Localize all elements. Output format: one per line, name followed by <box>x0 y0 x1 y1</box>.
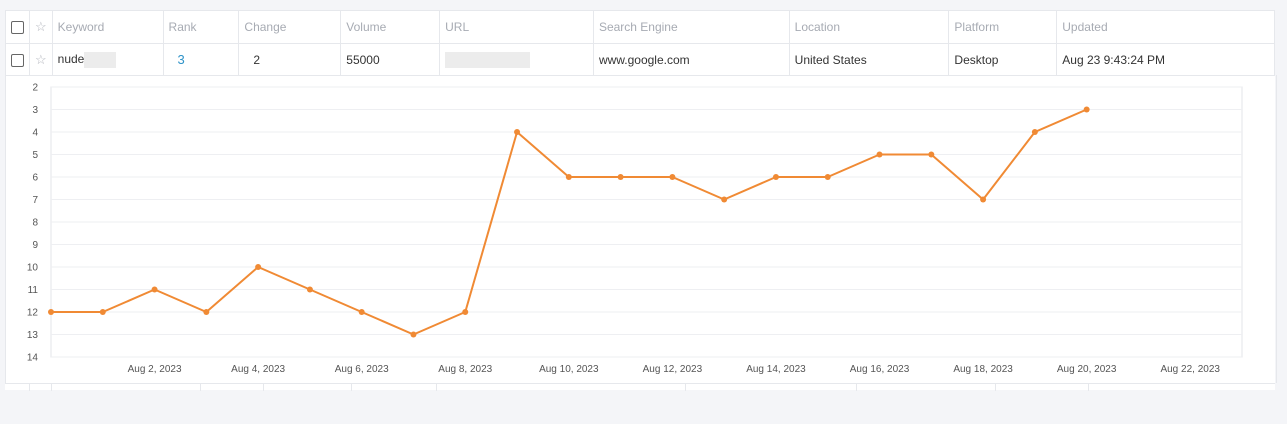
header-search-engine[interactable]: Search Engine <box>592 10 790 44</box>
data-point <box>772 174 779 180</box>
row-select-cell <box>5 43 30 76</box>
y-tick-label: 12 <box>27 308 39 319</box>
x-tick-label: Aug 2, 2023 <box>128 364 182 375</box>
cell-platform: Desktop <box>948 43 1058 76</box>
row-checkbox[interactable] <box>11 53 24 67</box>
table-footer-strip <box>5 383 1275 391</box>
footer-divider <box>263 384 264 391</box>
y-tick-label: 2 <box>32 83 38 94</box>
keyword-table: ☆ Keyword Rank Change Volume URL Search … <box>5 10 1275 76</box>
header-volume[interactable]: Volume <box>340 10 441 44</box>
data-point <box>255 264 262 270</box>
footer-divider <box>51 384 52 391</box>
data-point <box>876 151 883 158</box>
data-point <box>514 129 521 135</box>
keyword-text: nude <box>57 51 85 66</box>
rank-chart-svg: 2 3 4 5 6 7 8 9 10 11 12 13 14 Aug 2, 2023 Aug 4, 2023… <box>27 83 1243 375</box>
footer-divider <box>995 384 996 391</box>
data-point <box>824 174 831 180</box>
footer-divider <box>685 384 686 391</box>
footer-divider <box>351 384 352 391</box>
y-tick-label: 9 <box>32 240 38 251</box>
rank-value[interactable]: 3 <box>178 52 185 67</box>
x-tick-label: Aug 12, 2023 <box>643 364 703 375</box>
data-point <box>99 309 106 315</box>
header-platform[interactable]: Platform <box>948 10 1058 44</box>
footer-divider <box>29 384 30 391</box>
x-tick-label: Aug 18, 2023 <box>953 364 1013 375</box>
header-rank[interactable]: Rank <box>162 10 240 44</box>
y-tick-label: 3 <box>32 105 38 116</box>
redacted-block <box>84 51 117 68</box>
data-point <box>980 196 987 203</box>
x-tick-label: Aug 6, 2023 <box>335 364 389 375</box>
redacted-url <box>445 51 531 68</box>
rank-history-chart: 2 3 4 5 6 7 8 9 10 11 12 13 14 Aug 2, 2023 Aug 4, 2023… <box>5 75 1277 383</box>
x-tick-label: Aug 22, 2023 <box>1160 364 1220 375</box>
data-point <box>462 309 469 315</box>
header-location[interactable]: Location <box>788 10 950 44</box>
table-header-row: ☆ Keyword Rank Change Volume URL Search … <box>5 10 1275 44</box>
y-tick-label: 6 <box>32 173 38 184</box>
data-point <box>48 309 54 315</box>
data-point <box>1083 106 1090 113</box>
data-point <box>565 174 572 180</box>
footer-divider <box>200 384 201 391</box>
data-point <box>410 331 417 338</box>
y-tick-label: 8 <box>32 218 38 229</box>
data-point <box>617 174 624 180</box>
cell-rank: 3 <box>162 43 240 76</box>
star-icon[interactable]: ☆ <box>35 19 47 34</box>
cell-search-engine: www.google.com <box>592 43 790 76</box>
header-keyword[interactable]: Keyword <box>51 10 164 44</box>
data-point <box>203 309 210 315</box>
keyword-rank-panel: ☆ Keyword Rank Change Volume URL Search … <box>5 10 1277 391</box>
y-tick-label: 10 <box>27 263 39 274</box>
y-tick-label: 4 <box>32 128 38 139</box>
y-tick-label: 14 <box>27 353 39 364</box>
data-point <box>928 151 935 158</box>
y-tick-label: 7 <box>32 195 38 206</box>
data-point <box>669 174 676 180</box>
cell-url[interactable] <box>439 43 594 76</box>
footer-divider <box>436 384 437 391</box>
star-header-cell: ☆ <box>29 10 53 44</box>
x-tick-label: Aug 20, 2023 <box>1057 364 1117 375</box>
data-point <box>306 286 313 293</box>
table-row[interactable]: ☆ nude 3 2 55000 www.google.com United S… <box>5 43 1275 76</box>
x-tick-label: Aug 10, 2023 <box>539 364 599 375</box>
footer-divider <box>1088 384 1089 391</box>
y-tick-label: 5 <box>32 150 38 161</box>
select-all-cell <box>5 10 30 44</box>
header-url[interactable]: URL <box>439 10 594 44</box>
row-star-cell: ☆ <box>29 43 53 76</box>
cell-volume: 55000 <box>340 43 441 76</box>
header-updated[interactable]: Updated <box>1056 10 1275 44</box>
cell-updated: Aug 23 9:43:24 PM <box>1056 43 1275 76</box>
x-tick-label: Aug 8, 2023 <box>438 364 492 375</box>
header-change[interactable]: Change <box>238 10 342 44</box>
cell-change: 2 <box>238 43 342 76</box>
footer-divider <box>856 384 857 391</box>
y-tick-label: 13 <box>27 330 39 341</box>
data-point <box>721 196 728 203</box>
cell-keyword: nude <box>51 43 164 76</box>
data-point <box>151 286 158 293</box>
x-tick-label: Aug 4, 2023 <box>231 364 285 375</box>
star-icon[interactable]: ☆ <box>35 52 47 67</box>
data-point <box>1031 129 1038 135</box>
x-tick-label: Aug 14, 2023 <box>746 364 806 375</box>
select-all-checkbox[interactable] <box>11 21 24 35</box>
data-point <box>358 309 365 315</box>
cell-location: United States <box>788 43 950 76</box>
y-tick-label: 11 <box>28 285 39 296</box>
x-tick-label: Aug 16, 2023 <box>850 364 910 375</box>
